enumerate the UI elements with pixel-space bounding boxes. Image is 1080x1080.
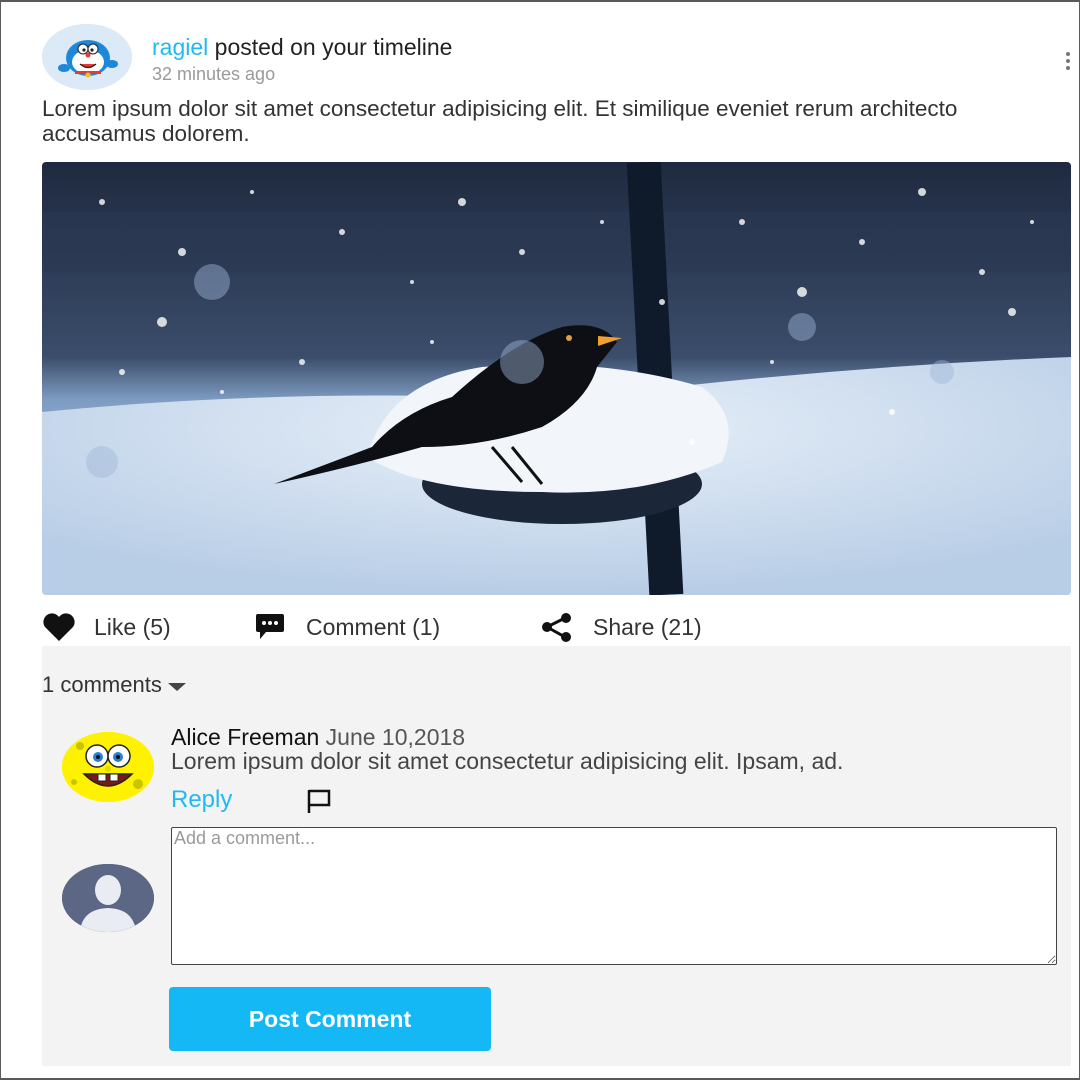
like-label: Like (5) bbox=[94, 613, 171, 640]
post-author-link[interactable]: ragiel bbox=[152, 34, 208, 60]
share-label: Share (21) bbox=[593, 613, 702, 640]
comments-section: 1 comments Alice Freeman June 10,2018 Lo… bbox=[42, 646, 1071, 1066]
comments-count: 1 comments bbox=[42, 672, 162, 697]
heart-icon bbox=[43, 613, 75, 641]
blackbird-in-snow-photo-icon bbox=[42, 162, 1071, 595]
share-button[interactable]: Share (21) bbox=[539, 610, 702, 644]
comment-icon bbox=[256, 614, 284, 639]
comment-author[interactable]: Alice Freeman bbox=[171, 724, 319, 750]
comment-label: Comment (1) bbox=[306, 613, 441, 640]
caret-down-icon bbox=[167, 683, 186, 691]
post-image[interactable] bbox=[42, 162, 1071, 595]
post-comment-button[interactable]: Post Comment bbox=[169, 987, 491, 1051]
commenter-avatar[interactable] bbox=[62, 732, 154, 802]
spongebob-avatar-icon bbox=[62, 732, 154, 802]
comments-toggle[interactable]: 1 comments bbox=[42, 672, 186, 698]
post-actions: Like (5) Comment (1) Share (21) bbox=[42, 610, 1062, 644]
like-button[interactable]: Like (5) bbox=[42, 610, 171, 644]
user-silhouette-icon bbox=[62, 864, 154, 932]
post-body-text: Lorem ipsum dolor sit amet consectetur a… bbox=[42, 96, 958, 146]
comment-header: Alice Freeman June 10,2018 bbox=[171, 724, 465, 751]
post-headline: posted on your timeline bbox=[208, 34, 453, 60]
share-icon bbox=[542, 613, 571, 642]
flag-icon[interactable] bbox=[305, 787, 333, 815]
post-timestamp: 32 minutes ago bbox=[152, 64, 276, 84]
comment-input[interactable] bbox=[171, 827, 1057, 965]
post-header: ragiel posted on your timeline 32 minute… bbox=[42, 22, 1070, 92]
doraemon-avatar-icon bbox=[42, 24, 132, 90]
comment-date: June 10,2018 bbox=[325, 724, 466, 750]
author-avatar[interactable] bbox=[42, 24, 132, 90]
comment-button[interactable]: Comment (1) bbox=[252, 610, 440, 644]
reply-link[interactable]: Reply bbox=[171, 786, 232, 814]
more-options-icon[interactable] bbox=[1064, 52, 1072, 72]
comment-text: Lorem ipsum dolor sit amet consectetur a… bbox=[171, 748, 844, 774]
current-user-avatar bbox=[62, 864, 154, 932]
